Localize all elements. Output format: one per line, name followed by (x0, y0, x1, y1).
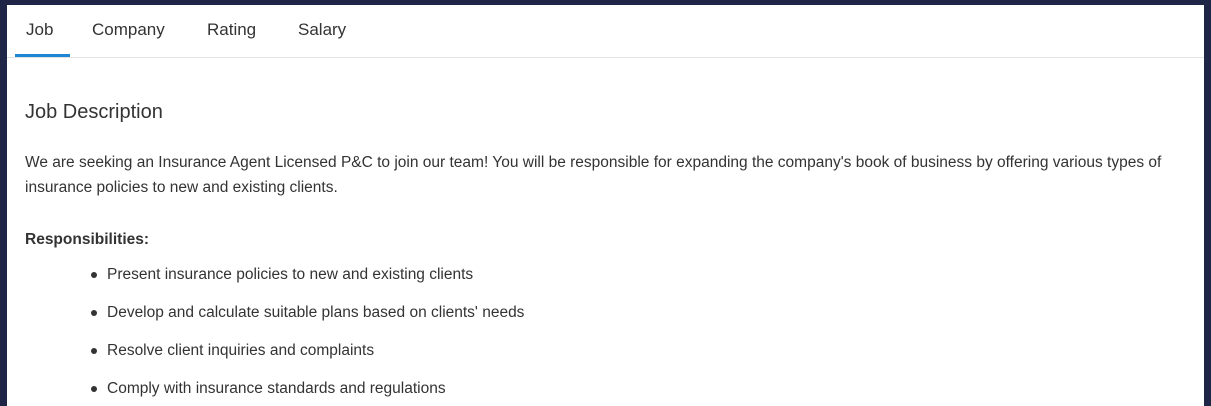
bullet-icon (91, 272, 97, 278)
list-item: Develop and calculate suitable plans bas… (91, 302, 524, 340)
tab-company[interactable]: Company (92, 5, 165, 57)
tab-salary[interactable]: Salary (298, 5, 346, 57)
list-item: Present insurance policies to new and ex… (91, 264, 524, 302)
section-title: Job Description (25, 101, 163, 123)
list-item: Comply with insurance standards and regu… (91, 378, 524, 406)
job-details-panel: Job Company Rating Salary Job Descriptio… (7, 5, 1204, 406)
list-item-text: Resolve client inquiries and complaints (107, 342, 375, 359)
list-item: Resolve client inquiries and complaints (91, 340, 524, 378)
bullet-icon (91, 386, 97, 392)
responsibilities-heading: Responsibilities: (25, 231, 150, 248)
list-item-text: Comply with insurance standards and regu… (107, 380, 446, 397)
tab-bar: Job Company Rating Salary (7, 5, 1204, 58)
bullet-icon (91, 310, 97, 316)
tab-rating[interactable]: Rating (207, 5, 256, 57)
list-item-text: Develop and calculate suitable plans bas… (107, 304, 525, 321)
tab-job[interactable]: Job (14, 5, 72, 57)
list-item-text: Present insurance policies to new and ex… (107, 266, 474, 283)
job-description: We are seeking an Insurance Agent Licens… (25, 154, 1162, 196)
bullet-icon (91, 348, 97, 354)
responsibilities-list: Present insurance policies to new and ex… (91, 264, 524, 406)
